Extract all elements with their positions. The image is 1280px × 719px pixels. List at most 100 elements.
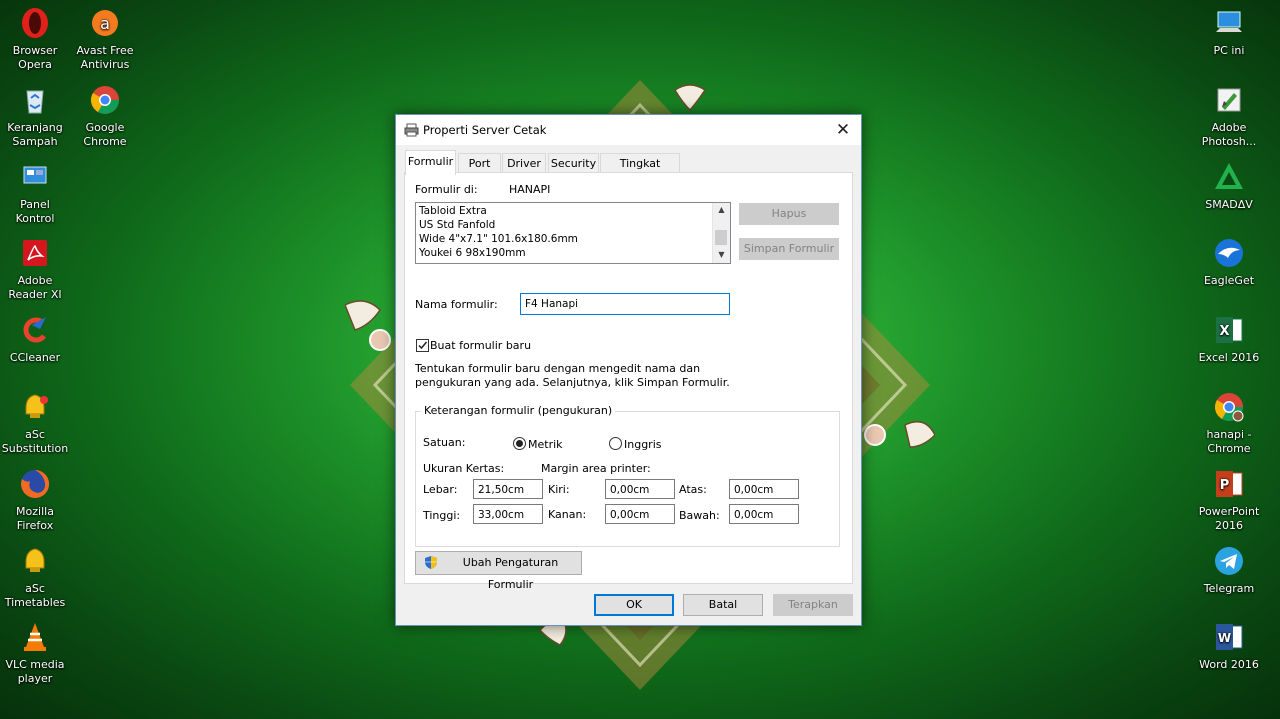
metric-label[interactable]: Metrik [528,438,563,451]
desktop-icon-label: Word 2016 [1199,658,1259,671]
cancel-button[interactable]: Batal [683,594,763,616]
top-margin-input[interactable]: 0,00cm [729,479,799,499]
desktop-icon-firefox[interactable]: Mozilla Firefox [0,467,70,533]
ok-button[interactable]: OK [594,594,674,616]
desktop-icon-label: Reader XI [8,288,62,301]
scroll-down-icon[interactable]: ▼ [713,248,730,262]
dialog-title: Properti Server Cetak [423,123,547,137]
form-name-input[interactable]: F4 Hanapi [520,293,730,315]
desktop-icon-this-pc[interactable]: PC ini [1194,6,1264,58]
list-item[interactable]: Tabloid Extra [419,205,487,217]
tab-security[interactable]: Security [548,153,599,174]
tab-driver[interactable]: Driver [502,153,546,174]
paper-size-label: Ukuran Kertas: [423,462,505,475]
scrollbar-thumb[interactable] [715,230,727,245]
avast-icon: a [88,6,122,40]
left-margin-input[interactable]: 0,00cm [605,479,675,499]
control-panel-icon [18,160,52,194]
right-margin-input[interactable]: 0,00cm [605,504,675,524]
desktop-icon-photoshop[interactable]: Adobe Photosh... [1194,83,1264,149]
desktop-icon-ccleaner[interactable]: CCleaner [0,313,70,365]
eagleget-icon [1212,236,1246,270]
desktop-icon-adobe-reader[interactable]: Adobe Reader XI [0,236,70,302]
photoshop-icon [1212,83,1246,117]
desktop-icon-control-panel[interactable]: Panel Kontrol [0,160,70,226]
desktop-icon-asc-timetables[interactable]: aSc Timetables [0,544,70,610]
desktop-icon-eagleget[interactable]: EagleGet [1194,236,1264,288]
desktop-icon-vlc[interactable]: VLC media player [0,620,70,686]
close-icon: ✕ [835,120,851,140]
tab-formulir[interactable]: Formulir [405,150,456,175]
desktop-icon-label: SMADΔV [1205,198,1253,211]
tab-port[interactable]: Port [458,153,501,174]
desktop-icon-label: Panel Kontrol [15,198,55,225]
tab-tingkat-lanjut[interactable]: Tingkat Lanjut [600,153,680,190]
create-new-form-label[interactable]: Buat formulir baru [430,339,531,352]
change-settings-label: Ubah Pengaturan Formulir [462,556,559,591]
svg-text:P: P [1220,478,1230,493]
svg-text:X: X [1219,324,1229,339]
printer-icon [404,123,419,140]
desktop-icon-label: aSc [25,428,45,441]
english-label[interactable]: Inggris [624,438,662,451]
forms-on-label: Formulir di: [415,183,478,196]
list-item[interactable]: Youkei 6 98x190mm [419,247,526,259]
vlc-cone-icon [18,620,52,654]
change-form-settings-button[interactable]: Ubah Pengaturan Formulir [415,551,582,591]
create-new-form-checkbox[interactable] [416,339,429,352]
desktop-icon-opera[interactable]: Browser Opera [0,6,70,72]
desktop-icon-powerpoint[interactable]: P PowerPoint 2016 [1194,467,1264,533]
desktop-icon-asc-substitution[interactable]: aSc Substitution [0,390,70,456]
height-label: Tinggi: [423,509,461,522]
list-item[interactable]: US Std Fanfold [419,219,495,231]
desktop-icon-label: Browser [12,44,58,57]
desktop-icon-label: Adobe [17,274,53,287]
close-button[interactable]: ✕ [829,117,857,143]
desktop-icon-label: CCleaner [9,351,61,364]
listbox-scrollbar[interactable]: ▲ ▼ [712,203,730,263]
desktop-icon-label: Chrome [83,135,127,148]
desktop-icon-label: VLC media [5,658,65,671]
right-margin-label: Kanan: [548,508,587,521]
save-form-button[interactable]: Simpan Formulir [739,238,839,260]
list-item[interactable]: Wide 4"x7.1" 101.6x180.6mm [419,233,578,245]
desktop-icon-excel[interactable]: X Excel 2016 [1194,313,1264,365]
height-input[interactable]: 33,00cm [473,504,543,524]
desktop-icon-word[interactable]: W Word 2016 [1194,620,1264,672]
width-label: Lebar: [423,483,458,496]
printer-margin-label: Margin area printer: [541,462,651,475]
print-server-properties-dialog: Properti Server Cetak ✕ Formulir Port Dr… [395,114,862,626]
checkmark-icon [418,341,428,350]
metric-radio[interactable] [513,437,526,450]
desktop-icon-label: Mozilla [16,505,54,518]
scroll-up-icon[interactable]: ▲ [713,203,730,217]
desktop-icon-avast[interactable]: a Avast Free Antivirus [70,6,140,72]
forms-on-value: HANAPI [509,183,551,196]
desktop-icon-smadav[interactable]: SMADΔV [1194,160,1264,212]
desktop-icon-telegram[interactable]: Telegram [1194,544,1264,596]
svg-text:a: a [100,14,110,33]
adobe-reader-icon [18,236,52,270]
telegram-icon [1212,544,1246,578]
desktop-icon-label: hanapi - [1206,428,1252,441]
apply-button[interactable]: Terapkan [773,594,853,616]
desktop-icon-chrome[interactable]: Google Chrome [70,83,140,149]
desktop-icon-label: Adobe [1211,121,1247,134]
desktop-icon-hanapi-chrome[interactable]: hanapi - Chrome [1194,390,1264,456]
radio-selected-dot [516,440,523,447]
desktop-icon-recycle-bin[interactable]: Keranjang Sampah [0,83,70,149]
desktop-icon-label: Telegram [1203,582,1255,595]
bottom-margin-label: Bawah: [679,509,720,522]
form-name-label: Nama formulir: [415,298,498,311]
width-input[interactable]: 21,50cm [473,479,543,499]
bottom-margin-input[interactable]: 0,00cm [729,504,799,524]
dialog-titlebar[interactable]: Properti Server Cetak ✕ [396,115,861,145]
forms-listbox[interactable]: Tabloid Extra US Std Fanfold Wide 4"x7.1… [415,202,731,264]
firefox-icon [18,467,52,501]
recycle-bin-icon [18,83,52,117]
desktop-icon-label: aSc [25,582,45,595]
asc-timetables-icon [18,544,52,578]
delete-form-button[interactable]: Hapus [739,203,839,225]
english-radio[interactable] [609,437,622,450]
opera-icon [18,6,52,40]
